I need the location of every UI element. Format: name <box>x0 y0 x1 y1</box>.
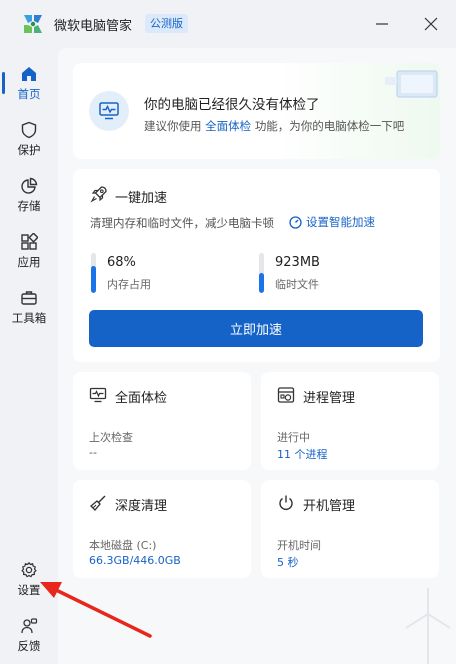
tile-key: 本地磁盘 (C:) <box>89 539 157 552</box>
apps-icon <box>21 232 38 250</box>
beta-badge: 公测版 <box>145 14 188 33</box>
memory-meter <box>91 253 96 293</box>
speedup-title: 一键加速 <box>115 191 168 206</box>
startup-manager-tile[interactable]: 开机管理 开机时间 5 秒 <box>261 480 439 578</box>
tile-key: 上次检查 <box>89 431 133 444</box>
banner-desc-prefix: 建议你使用 <box>144 119 202 133</box>
speedup-card: 一键加速 清理内存和临时文件，减少电脑卡顿 设置智能加速 68% 内存占用 92… <box>73 169 440 362</box>
shield-icon <box>21 121 37 138</box>
temp-files-meter <box>259 253 264 293</box>
sidebar-item-label: 首页 <box>17 86 41 101</box>
minimize-icon <box>376 23 388 25</box>
memory-value: 68% <box>107 255 136 270</box>
process-manager-tile[interactable]: 进程管理 进行中 11 个进程 <box>261 372 439 470</box>
sidebar: 首页 保护 存储 应用 工具箱 设置 反馈 <box>0 48 58 664</box>
sidebar-item-settings[interactable]: 设置 <box>0 554 58 604</box>
tile-title: 全面体检 <box>115 391 168 406</box>
smart-speedup-label: 设置智能加速 <box>306 215 375 229</box>
broom-icon <box>90 495 106 511</box>
sidebar-item-label: 设置 <box>17 582 41 597</box>
toolbox-icon <box>21 290 37 305</box>
memory-meter-fill <box>91 265 96 293</box>
checkup-banner[interactable]: 你的电脑已经很久没有体检了 建议你使用 全面体检 功能，为你的电脑体检一下吧 <box>73 63 440 159</box>
sidebar-item-toolbox[interactable]: 工具箱 <box>0 282 58 332</box>
home-icon <box>22 66 36 81</box>
tile-title: 进程管理 <box>303 391 356 406</box>
deep-clean-tile[interactable]: 深度清理 本地磁盘 (C:) 66.3GB/446.0GB <box>73 480 251 578</box>
speedup-description: 清理内存和临时文件，减少电脑卡顿 <box>90 216 274 230</box>
monitor-pulse-icon <box>89 91 129 131</box>
sidebar-item-label: 反馈 <box>17 638 41 653</box>
sidebar-item-storage[interactable]: 存储 <box>0 170 58 220</box>
process-window-icon <box>277 387 295 403</box>
smart-speedup-link[interactable]: 设置智能加速 <box>289 214 375 230</box>
tile-value: 66.3GB/446.0GB <box>89 554 181 567</box>
sidebar-item-home[interactable]: 首页 <box>0 58 58 108</box>
boost-now-button[interactable]: 立即加速 <box>89 310 423 347</box>
tile-value: -- <box>89 446 97 459</box>
pie-chart-icon <box>21 177 38 194</box>
tile-value[interactable]: 11 个进程 <box>277 446 328 462</box>
temp-files-value: 923MB <box>275 255 320 270</box>
sidebar-item-protect[interactable]: 保护 <box>0 114 58 164</box>
rocket-icon <box>90 186 107 203</box>
tile-key: 进行中 <box>277 431 310 444</box>
sidebar-item-apps[interactable]: 应用 <box>0 226 58 276</box>
sidebar-item-label: 应用 <box>17 254 41 269</box>
monitor-pulse-icon <box>89 387 107 403</box>
feedback-icon <box>21 617 38 633</box>
main-content: 你的电脑已经很久没有体检了 建议你使用 全面体检 功能，为你的电脑体检一下吧 一… <box>58 48 456 664</box>
power-icon <box>279 495 293 510</box>
minimize-button[interactable] <box>370 12 394 36</box>
full-checkup-link[interactable]: 全面体检 <box>205 119 251 133</box>
full-checkup-tile[interactable]: 全面体检 上次检查 -- <box>73 372 251 470</box>
memory-label: 内存占用 <box>107 278 151 291</box>
gear-icon <box>21 561 37 577</box>
monitor-illustration-icon <box>385 70 438 98</box>
sidebar-item-feedback[interactable]: 反馈 <box>0 610 58 660</box>
sidebar-item-label: 保护 <box>17 142 41 157</box>
temp-files-meter-fill <box>259 273 264 293</box>
temp-files-label: 临时文件 <box>275 278 319 291</box>
app-logo-icon <box>24 15 42 33</box>
gauge-icon <box>289 215 302 229</box>
sidebar-item-label: 工具箱 <box>11 310 47 325</box>
banner-title: 你的电脑已经很久没有体检了 <box>144 97 320 113</box>
tile-value: 5 秒 <box>277 556 299 569</box>
close-icon <box>424 17 438 31</box>
close-button[interactable] <box>419 12 443 36</box>
banner-desc-suffix: 功能，为你的电脑体检一下吧 <box>254 119 405 133</box>
title-bar: 微软电脑管家 公测版 <box>0 0 456 48</box>
sidebar-item-label: 存储 <box>17 198 41 213</box>
banner-description: 建议你使用 全面体检 功能，为你的电脑体检一下吧 <box>144 118 404 134</box>
tile-title: 深度清理 <box>115 499 168 514</box>
tile-title: 开机管理 <box>303 499 356 514</box>
tile-key: 开机时间 <box>277 539 321 552</box>
turbine-decoration-icon <box>405 588 451 664</box>
app-title: 微软电脑管家 <box>54 19 133 34</box>
